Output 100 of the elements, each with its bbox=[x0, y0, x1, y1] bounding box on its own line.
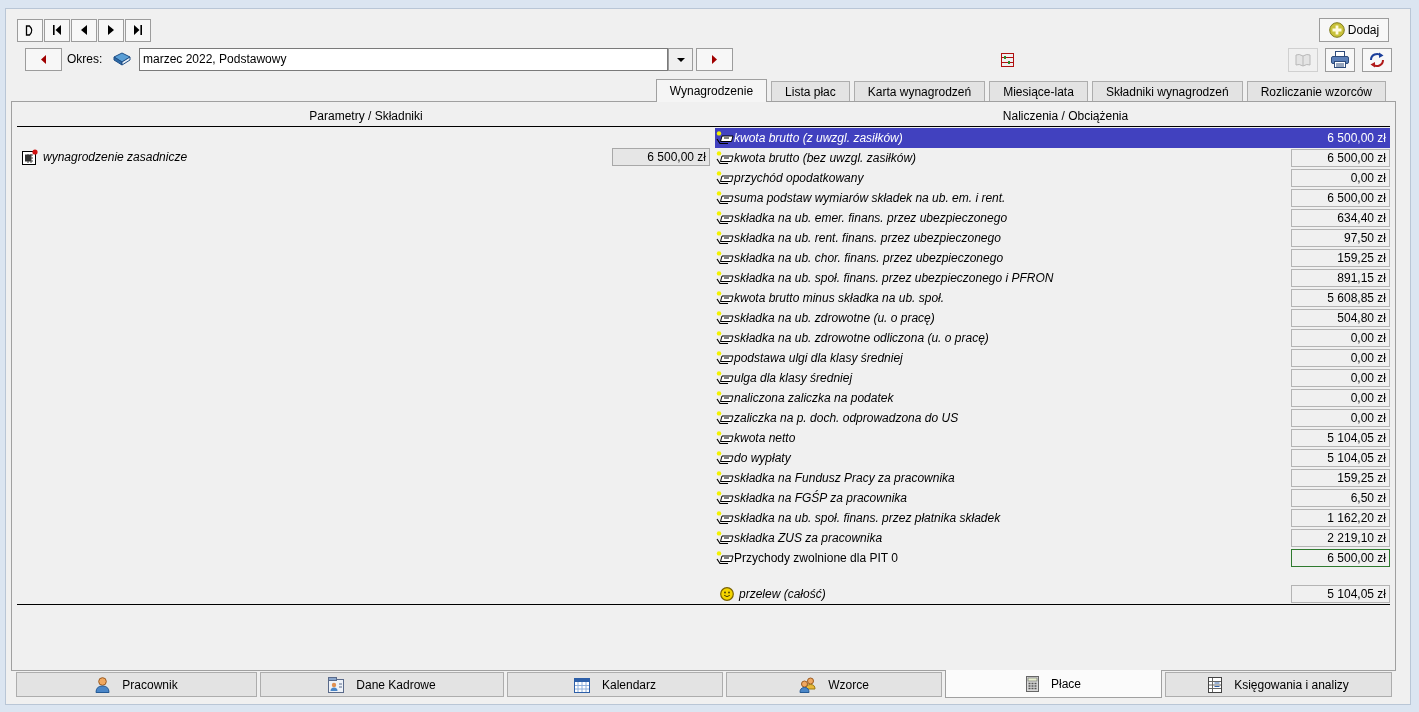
list-item[interactable]: do wypłaty 5 104,05 zł bbox=[715, 448, 1390, 468]
hand-icon bbox=[716, 171, 734, 185]
amount-field: 504,80 zł bbox=[1291, 309, 1390, 327]
hand-icon bbox=[716, 151, 734, 165]
hand-icon bbox=[716, 331, 734, 345]
list-item[interactable]: składka ZUS za pracownika 2 219,10 zł bbox=[715, 528, 1390, 548]
list-item[interactable]: składka na ub. rent. finans. przez ubezpieczonego 97,50 zł bbox=[715, 228, 1390, 248]
abacus-icon bbox=[1001, 52, 1014, 67]
tab[interactable]: Wzorce bbox=[726, 672, 942, 697]
caret-down-icon bbox=[676, 57, 685, 62]
list-item[interactable]: składka na ub. zdrowotne odliczona (u. o pracę) 0,00 zł bbox=[715, 328, 1390, 348]
caret-left-icon bbox=[81, 25, 87, 35]
last-button[interactable] bbox=[125, 18, 151, 42]
id-card-icon bbox=[328, 676, 345, 693]
list-item[interactable]: składka na ub. chor. finans. przez ubezpieczonego 159,25 zł bbox=[715, 248, 1390, 268]
list-item[interactable]: kwota brutto (bez uwzgl. zasiłków) 6 500,00 zł bbox=[715, 148, 1390, 168]
list-item[interactable]: kwota brutto minus składka na ub. społ. 5 608,85 zł bbox=[715, 288, 1390, 308]
tab[interactable]: Płace bbox=[945, 670, 1162, 698]
tab[interactable]: Lista płac bbox=[771, 81, 850, 101]
tab[interactable]: Pracownik bbox=[16, 672, 257, 697]
list-item[interactable]: składka na Fundusz Pracy za pracownika 159,25 zł bbox=[715, 468, 1390, 488]
column-heading: Parametry / Składniki bbox=[309, 109, 423, 125]
hand-icon bbox=[716, 191, 734, 205]
tab[interactable]: Wynagrodzenie bbox=[655, 79, 768, 102]
document-icon bbox=[22, 149, 38, 165]
list-item[interactable]: kwota brutto (z uwzgl. zasiłków) 6 500,00 zł bbox=[715, 128, 1390, 148]
amount-field: 2 219,10 zł bbox=[1291, 529, 1390, 547]
refresh-button[interactable] bbox=[1362, 47, 1392, 72]
amount-field: 6 500,00 zł bbox=[1291, 189, 1390, 207]
hand-icon bbox=[716, 291, 734, 305]
amount-field: 0,00 zł bbox=[1291, 349, 1390, 367]
hand-icon bbox=[716, 251, 734, 265]
hand-icon bbox=[716, 511, 734, 525]
calendar-icon bbox=[573, 676, 590, 693]
tab[interactable]: Składniki wynagrodzeń bbox=[1091, 81, 1243, 101]
hand-icon bbox=[716, 451, 734, 465]
hand-icon bbox=[716, 211, 734, 225]
amount-field: 5 104,05 zł bbox=[1291, 585, 1390, 603]
list-item[interactable]: składka na ub. społ. finans. przez ubezpieczonego i PFRON 891,15 zł bbox=[715, 268, 1390, 288]
list-item[interactable]: składka na ub. emer. finans. przez ubezpieczonego 634,40 zł bbox=[715, 208, 1390, 228]
amount-field: 5 608,85 zł bbox=[1291, 289, 1390, 307]
tab[interactable]: Księgowania i analizy bbox=[1165, 672, 1392, 697]
tab[interactable]: Rozliczanie wzorców bbox=[1246, 81, 1386, 101]
amount-field: 0,00 zł bbox=[1291, 369, 1390, 387]
tab[interactable]: Miesiące-lata bbox=[989, 81, 1088, 101]
list-item[interactable]: przychód opodatkowany 0,00 zł bbox=[715, 168, 1390, 188]
list-item[interactable]: suma podstaw wymiarów składek na ub. em. i rent. 6 500,00 zł bbox=[715, 188, 1390, 208]
coin-icon bbox=[720, 587, 734, 601]
column-heading: Naliczenia / Obciążenia bbox=[1002, 109, 1129, 125]
caret-right-icon bbox=[108, 25, 114, 35]
list-item[interactable]: Przychody zwolnione dla PIT 0 6 500,00 zł bbox=[715, 548, 1390, 568]
amount-field: 97,50 zł bbox=[1291, 229, 1390, 247]
next-button[interactable] bbox=[98, 18, 124, 42]
hand-icon bbox=[716, 271, 734, 285]
list-item[interactable]: zaliczka na p. doch. odprowadzona do US 0,00 zł bbox=[715, 408, 1390, 428]
period-label: Okres: bbox=[67, 52, 104, 67]
caret-left-icon bbox=[41, 55, 46, 64]
people-icon bbox=[799, 676, 817, 693]
tab[interactable]: Karta wynagrodzeń bbox=[853, 81, 986, 101]
list-item[interactable]: naliczona zaliczka na podatek 0,00 zł bbox=[715, 388, 1390, 408]
list-item[interactable]: składka na FGŚP za pracownika 6,50 zł bbox=[715, 488, 1390, 508]
open-book-icon bbox=[1295, 52, 1311, 67]
ledger-icon bbox=[1208, 676, 1223, 693]
amount-field: 1 162,20 zł bbox=[1291, 509, 1390, 527]
amount-field: 6 500,00 zł bbox=[612, 148, 710, 166]
tab[interactable]: Dane Kadrowe bbox=[260, 672, 504, 697]
add-button[interactable]: Dodaj bbox=[1319, 18, 1389, 42]
list-item[interactable]: ulga dla klasy średniej 0,00 zł bbox=[715, 368, 1390, 388]
amount-field: 6 500,00 zł bbox=[1291, 149, 1390, 167]
person-icon bbox=[95, 676, 111, 693]
skip-forward-icon bbox=[133, 25, 143, 35]
printer-icon bbox=[1331, 51, 1349, 68]
tab[interactable]: Kalendarz bbox=[507, 672, 723, 697]
list-item[interactable]: składka na ub. zdrowotne (u. o pracę) 504,80 zł bbox=[715, 308, 1390, 328]
hand-icon bbox=[716, 491, 734, 505]
list-item[interactable]: kwota netto 5 104,05 zł bbox=[715, 428, 1390, 448]
plus-icon bbox=[1328, 22, 1345, 38]
hand-icon bbox=[716, 431, 734, 445]
list-item[interactable]: składka na ub. społ. finans. przez płatnika składek 1 162,20 zł bbox=[715, 508, 1390, 528]
print-button[interactable] bbox=[1325, 47, 1355, 72]
amount-field: 634,40 zł bbox=[1291, 209, 1390, 227]
d-shape-button[interactable] bbox=[17, 18, 43, 42]
hand-icon bbox=[716, 531, 734, 545]
amount-field: 5 104,05 zł bbox=[1291, 449, 1390, 467]
amount-field: 0,00 zł bbox=[1291, 409, 1390, 427]
next-period-button[interactable] bbox=[696, 48, 733, 71]
amount-field: 0,00 zł bbox=[1291, 389, 1390, 407]
previous-button[interactable] bbox=[71, 18, 97, 42]
hand-icon bbox=[716, 411, 734, 425]
period-field[interactable]: marzec 2022, Podstawowy bbox=[139, 48, 668, 71]
hand-icon bbox=[716, 371, 734, 385]
amount-field: 6 500,00 zł bbox=[1291, 549, 1390, 567]
previous-period-button[interactable] bbox=[25, 48, 62, 71]
amount-field: 159,25 zł bbox=[1291, 249, 1390, 267]
amount-field: 159,25 zł bbox=[1291, 469, 1390, 487]
first-button[interactable] bbox=[44, 18, 70, 42]
amount-field: 6,50 zł bbox=[1291, 489, 1390, 507]
hand-icon bbox=[716, 471, 734, 485]
list-item[interactable]: podstawa ulgi dla klasy średniej 0,00 zł bbox=[715, 348, 1390, 368]
dropdown-button[interactable] bbox=[668, 48, 693, 71]
